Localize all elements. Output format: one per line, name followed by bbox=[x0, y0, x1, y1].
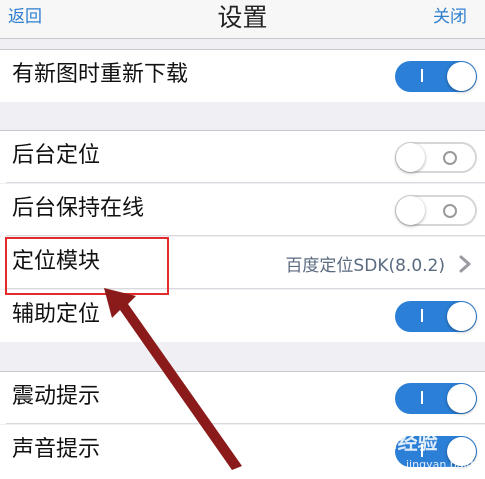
annotation-arrow-icon bbox=[104, 288, 242, 470]
watermark-logo: Bai经验 bbox=[362, 430, 438, 454]
baidu-jingyan-watermark: Bai经验 jingyan.baidu.com bbox=[362, 420, 485, 476]
watermark-url: jingyan.baidu.com bbox=[406, 458, 485, 471]
